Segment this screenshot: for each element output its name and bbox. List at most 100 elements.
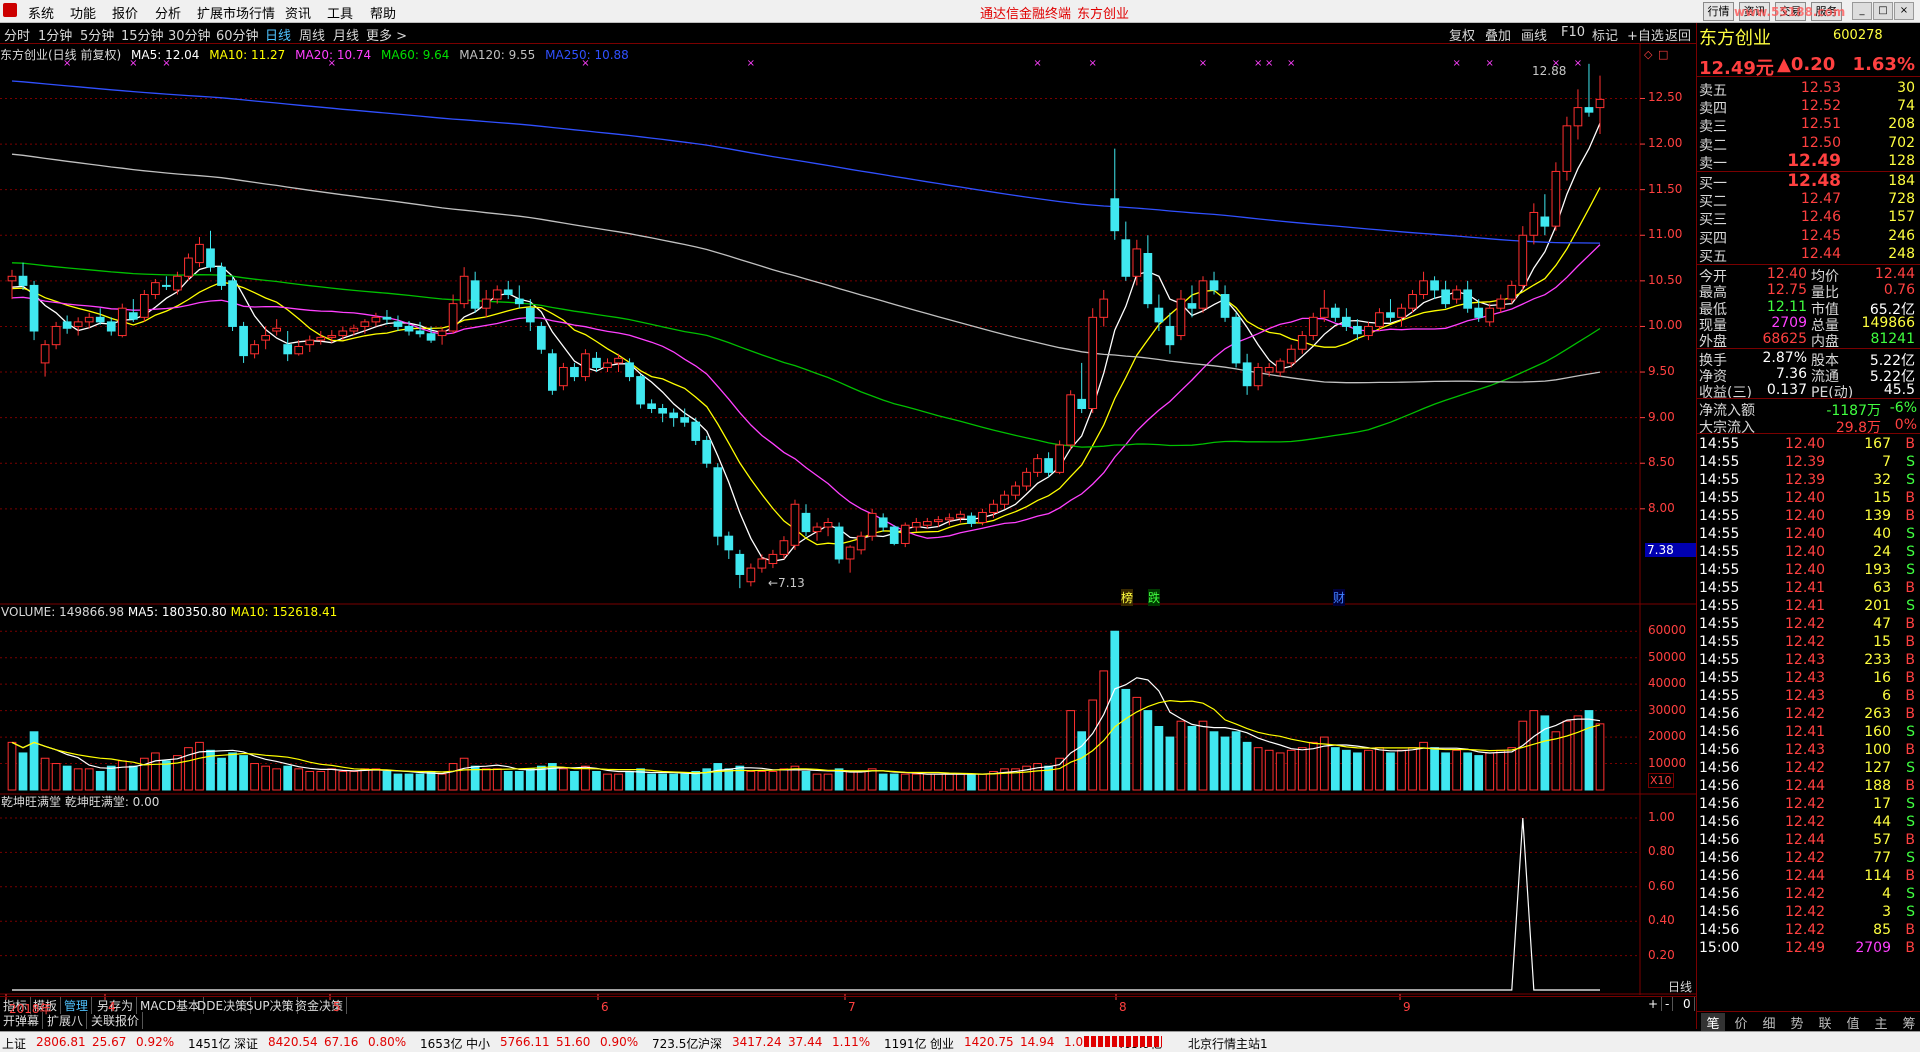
index-amount: 723.5亿	[652, 1037, 699, 1051]
tick-price: 12.41	[1785, 598, 1826, 615]
bid-row[interactable]: 买四 12.45 246	[1697, 227, 1920, 247]
volume-bar	[481, 768, 491, 791]
candle-body	[360, 321, 370, 327]
close-icon[interactable]: ×	[1894, 2, 1914, 20]
panel-tab[interactable]: 笔	[1701, 1013, 1725, 1032]
volume-bar	[40, 757, 50, 791]
stat-value: 12.75	[1766, 282, 1807, 299]
candle-body	[570, 366, 579, 378]
candle-body	[272, 327, 282, 332]
panel-tab[interactable]: 主	[1869, 1013, 1893, 1032]
stat-row: 外盘 68625 内盘 81241	[1697, 330, 1920, 350]
indicator-tick-label: 0.80	[1648, 844, 1675, 859]
candle-body	[195, 243, 204, 264]
tick-row: 14:55 12.42 15 B	[1697, 633, 1920, 651]
volume-bar	[51, 763, 61, 791]
ask-row[interactable]: 卖五 12.53 30	[1697, 79, 1920, 99]
panel-tab[interactable]: 价	[1729, 1013, 1753, 1032]
bid-row[interactable]: 买一 12.48 184	[1697, 171, 1920, 192]
zoom-out-button[interactable]: -	[1662, 997, 1674, 1011]
top-btn-market[interactable]: 行情	[1703, 2, 1734, 21]
ma120-line	[11, 153, 1601, 384]
event-fall-icon[interactable]: 跌	[1148, 589, 1161, 606]
volume-bar	[1474, 755, 1484, 791]
stat-row: 换手 2.87% 股本 5.22亿	[1697, 349, 1920, 369]
event-finance-icon[interactable]: 财	[1333, 589, 1346, 606]
volume-bar	[691, 770, 701, 791]
volume-bar	[128, 765, 138, 791]
candle-body	[1319, 307, 1329, 318]
candle-body	[1033, 458, 1042, 473]
volume-tick-label: 50000	[1648, 649, 1687, 664]
panel-tab[interactable]: 势	[1785, 1013, 1809, 1032]
reset-zoom-button[interactable]: 0	[1680, 997, 1695, 1011]
volume-bar	[73, 768, 83, 791]
tick-row: 14:55 12.41 63 B	[1697, 579, 1920, 597]
volume-bar	[845, 770, 855, 791]
square-icon[interactable]: □	[1658, 48, 1668, 61]
bid-row[interactable]: 买五 12.44 248	[1697, 245, 1920, 265]
book-price: 12.45	[1800, 227, 1841, 244]
candle-body	[338, 330, 348, 337]
panel-tab[interactable]: 值	[1841, 1013, 1865, 1032]
ma10-line	[11, 187, 1601, 546]
ma5-line	[11, 123, 1601, 562]
volume-bar	[139, 757, 149, 791]
diamond-icon[interactable]: ◇	[1644, 48, 1652, 61]
server-status[interactable]: 北京行情主站1	[1188, 1035, 1268, 1052]
zoom-in-button[interactable]: +	[1645, 997, 1663, 1011]
volume-bar	[84, 768, 94, 791]
candle-body	[1077, 398, 1087, 410]
tick-time: 14:56	[1699, 832, 1740, 849]
tick-row: 14:55 12.40 193 S	[1697, 561, 1920, 579]
tick-row: 14:55 12.40 40 S	[1697, 525, 1920, 543]
candle-body	[812, 526, 822, 533]
stat-value: 0.137	[1766, 382, 1807, 399]
volume-bar	[647, 773, 656, 791]
volume-bar	[1319, 736, 1329, 791]
volume-bar	[735, 765, 745, 791]
candle-body	[415, 330, 425, 335]
tick-volume: 24	[1873, 544, 1891, 561]
tick-side: B	[1905, 670, 1915, 687]
ask-row[interactable]: 卖二 12.50 702	[1697, 134, 1920, 154]
candle-body	[1176, 298, 1186, 337]
tick-side: B	[1905, 868, 1915, 885]
ask-row[interactable]: 卖一 12.49 128	[1697, 151, 1920, 172]
candle-body	[206, 248, 215, 268]
tick-row: 14:56 12.44 188 B	[1697, 777, 1920, 795]
bid-row[interactable]: 买二 12.47 728	[1697, 190, 1920, 210]
book-label: 买五	[1699, 248, 1727, 265]
event-rank-icon[interactable]: 榜	[1121, 589, 1134, 606]
maximize-icon[interactable]: □	[1873, 2, 1893, 20]
price-tick-label: 10.00	[1648, 318, 1683, 333]
index-amount: 1653亿	[420, 1037, 463, 1051]
volume-bar	[349, 770, 359, 791]
volume-bar	[1088, 699, 1098, 791]
ask-row[interactable]: 卖三 12.51 208	[1697, 115, 1920, 135]
tick-side: S	[1906, 814, 1915, 831]
panel-tab[interactable]: 筹	[1897, 1013, 1920, 1032]
date-axis-label: 6	[601, 1000, 609, 1014]
signal-bars-icon	[1084, 1036, 1162, 1047]
tick-volume: 263	[1864, 706, 1891, 723]
tick-side: S	[1906, 796, 1915, 813]
bid-row[interactable]: 买三 12.46 157	[1697, 208, 1920, 228]
stat-value: 12.11	[1766, 298, 1807, 315]
candle-body	[294, 346, 304, 355]
stat-value: 2709	[1771, 314, 1807, 331]
status-bar: 上证 2806.81 25.67 0.92% 1451亿 深证 8420.54 67.16 0.…	[0, 1031, 1920, 1052]
tick-row: 14:56 12.42 127 S	[1697, 759, 1920, 777]
candle-body	[1165, 325, 1175, 346]
tab-related-quote[interactable]: 关联报价	[88, 1012, 144, 1029]
minimize-icon[interactable]: _	[1852, 2, 1872, 20]
volume-bar	[581, 765, 590, 791]
kline-chart[interactable]: × × × × × × × × × × × × × × × ×	[0, 0, 1696, 1000]
volume-bar	[768, 770, 778, 791]
volume-bar	[151, 752, 160, 791]
ask-row[interactable]: 卖四 12.52 74	[1697, 97, 1920, 117]
tick-price: 12.43	[1785, 670, 1826, 687]
panel-tab[interactable]: 联	[1813, 1013, 1837, 1032]
panel-tab[interactable]: 细	[1757, 1013, 1781, 1032]
volume-bar	[911, 773, 921, 791]
